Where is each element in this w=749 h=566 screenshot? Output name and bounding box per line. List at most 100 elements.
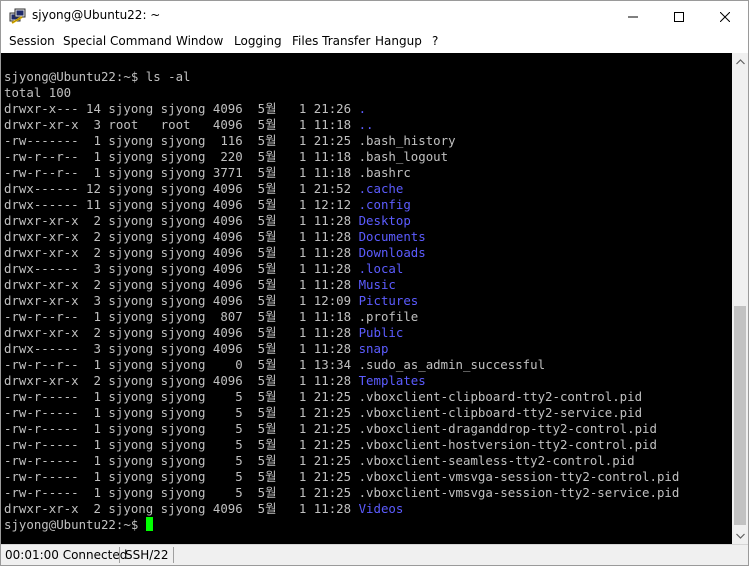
- ls-entry-row: -rw-r----- 1 sjyong sjyong 5 5월 1 21:25 …: [4, 453, 635, 469]
- entry-metadata: drwxr-xr-x 2 sjyong sjyong 4096 5월 1 11:…: [4, 245, 359, 260]
- status-divider: [173, 547, 174, 563]
- menu-hangup[interactable]: Hangup: [375, 34, 422, 48]
- menu-bar: Session Special Command Window Logging F…: [1, 32, 748, 53]
- chevron-up-icon: [735, 58, 745, 64]
- entry-metadata: drwx------ 3 sjyong sjyong 4096 5월 1 11:…: [4, 261, 359, 276]
- scrollbar-thumb[interactable]: [734, 306, 746, 525]
- entry-metadata: drwxr-xr-x 2 sjyong sjyong 4096 5월 1 11:…: [4, 213, 359, 228]
- minimize-icon: [628, 16, 638, 17]
- directory-name: Templates: [358, 373, 426, 388]
- directory-name: snap: [358, 341, 389, 356]
- scroll-up-button[interactable]: [732, 53, 748, 70]
- ls-entry-row: drwx------ 11 sjyong sjyong 4096 5월 1 12…: [4, 197, 411, 213]
- scroll-down-button[interactable]: [732, 527, 748, 544]
- menu-logging[interactable]: Logging: [234, 34, 282, 48]
- ls-entry-row: drwxr-xr-x 3 root root 4096 5월 1 11:18 .…: [4, 117, 373, 133]
- file-name: .bashrc: [358, 165, 411, 180]
- ls-entry-row: -rw-r----- 1 sjyong sjyong 5 5월 1 21:25 …: [4, 421, 657, 437]
- entry-metadata: -rw-r--r-- 1 sjyong sjyong 220 5월 1 11:1…: [4, 149, 359, 164]
- entry-metadata: drwxr-x--- 14 sjyong sjyong 4096 5월 1 21…: [4, 101, 359, 116]
- directory-name: ..: [358, 117, 374, 132]
- menu-help[interactable]: ?: [432, 34, 438, 48]
- directory-name: Music: [358, 277, 396, 292]
- directory-name: .cache: [358, 181, 404, 196]
- file-name: .vboxclient-hostversion-tty2-control.pid: [358, 437, 657, 452]
- ls-entry-row: -rw------- 1 sjyong sjyong 116 5월 1 21:2…: [4, 133, 456, 149]
- chevron-down-icon: [735, 533, 745, 539]
- directory-name: Documents: [358, 229, 426, 244]
- file-name: .vboxclient-draganddrop-tty2-control.pid: [358, 421, 657, 436]
- entry-metadata: drwxr-xr-x 2 sjyong sjyong 4096 5월 1 11:…: [4, 325, 359, 340]
- ls-entry-row: -rw-r----- 1 sjyong sjyong 5 5월 1 21:25 …: [4, 405, 642, 421]
- ls-entry-row: -rw-r----- 1 sjyong sjyong 5 5월 1 21:25 …: [4, 485, 679, 501]
- file-name: .bash_logout: [358, 149, 449, 164]
- file-name: .vboxclient-clipboard-tty2-control.pid: [358, 389, 643, 404]
- ls-entry-row: -rw-r----- 1 sjyong sjyong 5 5월 1 21:25 …: [4, 437, 657, 453]
- maximize-icon: [674, 11, 684, 22]
- entry-metadata: -rw-r----- 1 sjyong sjyong 5 5월 1 21:25: [4, 453, 359, 468]
- ls-entry-row: drwxr-xr-x 2 sjyong sjyong 4096 5월 1 11:…: [4, 229, 426, 245]
- directory-name: Downloads: [358, 245, 426, 260]
- entry-metadata: -rw------- 1 sjyong sjyong 116 5월 1 21:2…: [4, 133, 359, 148]
- entry-metadata: -rw-r--r-- 1 sjyong sjyong 0 5월 1 13:34: [4, 357, 359, 372]
- terminal-area[interactable]: sjyong@Ubuntu22:~$ ls -al total 100 drwx…: [1, 53, 732, 544]
- ls-entry-row: drwx------ 12 sjyong sjyong 4096 5월 1 21…: [4, 181, 403, 197]
- window-title: sjyong@Ubuntu22: ~: [32, 8, 161, 22]
- ls-entry-row: -rw-r--r-- 1 sjyong sjyong 220 5월 1 11:1…: [4, 149, 448, 165]
- file-name: .vboxclient-clipboard-tty2-service.pid: [358, 405, 643, 420]
- ls-entry-row: drwxr-xr-x 2 sjyong sjyong 4096 5월 1 11:…: [4, 325, 403, 341]
- directory-name: Pictures: [358, 293, 419, 308]
- entry-metadata: drwxr-xr-x 3 sjyong sjyong 4096 5월 1 12:…: [4, 293, 359, 308]
- entry-metadata: drwxr-xr-x 2 sjyong sjyong 4096 5월 1 11:…: [4, 373, 359, 388]
- file-name: .vboxclient-vmsvga-session-tty2-control.…: [358, 469, 680, 484]
- ls-entry-row: -rw-r--r-- 1 sjyong sjyong 3771 5월 1 11:…: [4, 165, 411, 181]
- entry-metadata: -rw-r----- 1 sjyong sjyong 5 5월 1 21:25: [4, 469, 359, 484]
- ls-entry-row: -rw-r--r-- 1 sjyong sjyong 0 5월 1 13:34 …: [4, 357, 545, 373]
- ls-entry-row: drwxr-xr-x 3 sjyong sjyong 4096 5월 1 12:…: [4, 293, 418, 309]
- menu-files-transfer[interactable]: Files Transfer: [292, 34, 370, 48]
- ls-entry-row: drwx------ 3 sjyong sjyong 4096 5월 1 11:…: [4, 341, 388, 357]
- menu-session[interactable]: Session: [9, 34, 55, 48]
- prompt-text: sjyong@Ubuntu22:~$: [4, 517, 146, 532]
- menu-window[interactable]: Window: [176, 34, 223, 48]
- maximize-button[interactable]: [656, 1, 702, 32]
- ls-entry-row: drwxr-xr-x 2 sjyong sjyong 4096 5월 1 11:…: [4, 277, 396, 293]
- entry-metadata: drwx------ 11 sjyong sjyong 4096 5월 1 12…: [4, 197, 359, 212]
- entry-metadata: -rw-r--r-- 1 sjyong sjyong 807 5월 1 11:1…: [4, 309, 359, 324]
- file-name: .vboxclient-vmsvga-session-tty2-service.…: [358, 485, 680, 500]
- ls-entry-row: drwxr-xr-x 2 sjyong sjyong 4096 5월 1 11:…: [4, 501, 403, 517]
- directory-name: Desktop: [358, 213, 411, 228]
- entry-metadata: -rw-r----- 1 sjyong sjyong 5 5월 1 21:25: [4, 405, 359, 420]
- title-bar[interactable]: sjyong@Ubuntu22: ~: [1, 1, 748, 32]
- entry-metadata: drwxr-xr-x 3 root root 4096 5월 1 11:18: [4, 117, 359, 132]
- ls-entry-row: drwx------ 3 sjyong sjyong 4096 5월 1 11:…: [4, 261, 403, 277]
- minimize-button[interactable]: [610, 1, 656, 32]
- prompt-line: sjyong@Ubuntu22:~$: [4, 517, 153, 533]
- entry-metadata: drwxr-xr-x 2 sjyong sjyong 4096 5월 1 11:…: [4, 229, 359, 244]
- close-icon: [720, 11, 730, 22]
- directory-name: Videos: [358, 501, 404, 516]
- ls-entry-row: -rw-r--r-- 1 sjyong sjyong 807 5월 1 11:1…: [4, 309, 418, 325]
- status-divider: [119, 547, 120, 563]
- entry-metadata: drwx------ 3 sjyong sjyong 4096 5월 1 11:…: [4, 341, 359, 356]
- ls-entry-row: drwxr-xr-x 2 sjyong sjyong 4096 5월 1 11:…: [4, 373, 426, 389]
- file-name: .vboxclient-seamless-tty2-control.pid: [358, 453, 635, 468]
- protocol-status: SSH/22: [125, 548, 169, 562]
- entry-metadata: drwxr-xr-x 2 sjyong sjyong 4096 5월 1 11:…: [4, 277, 359, 292]
- ls-entry-row: -rw-r----- 1 sjyong sjyong 5 5월 1 21:25 …: [4, 389, 642, 405]
- text-cursor: [145, 517, 153, 531]
- putty-window: sjyong@Ubuntu22: ~ Session Special Comma…: [0, 0, 749, 566]
- ls-entry-row: drwxr-xr-x 2 sjyong sjyong 4096 5월 1 11:…: [4, 245, 426, 261]
- ls-entry-row: drwxr-x--- 14 sjyong sjyong 4096 5월 1 21…: [4, 101, 366, 117]
- directory-name: .config: [358, 197, 411, 212]
- connection-status: 00:01:00 Connected: [5, 548, 128, 562]
- file-name: .sudo_as_admin_successful: [358, 357, 546, 372]
- directory-name: .: [358, 101, 367, 116]
- vertical-scrollbar[interactable]: [732, 53, 748, 544]
- file-name: .profile: [358, 309, 419, 324]
- directory-name: Public: [358, 325, 404, 340]
- ls-entry-row: -rw-r----- 1 sjyong sjyong 5 5월 1 21:25 …: [4, 469, 679, 485]
- entry-metadata: drwx------ 12 sjyong sjyong 4096 5월 1 21…: [4, 181, 359, 196]
- close-button[interactable]: [702, 1, 748, 32]
- menu-special-command[interactable]: Special Command: [63, 34, 172, 48]
